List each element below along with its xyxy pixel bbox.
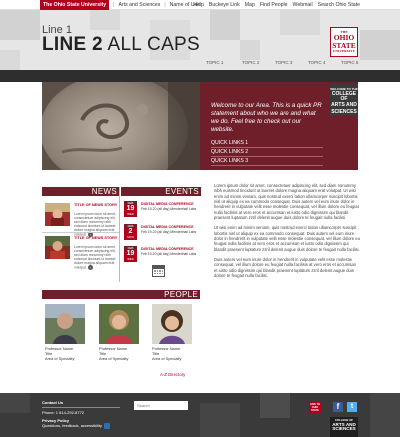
hero-image (42, 82, 200, 170)
map-link[interactable]: Map (245, 0, 255, 10)
facebook-icon[interactable]: f (333, 402, 343, 412)
event-date: FEB 19 WED (124, 201, 137, 217)
main-content: Lorem ipsum dolor sit amet, consectetuer… (214, 183, 360, 284)
topic-nav: TOPIC 1 TOPIC 2 TOPIC 3 TOPIC 4 TOPIC 5 (0, 58, 400, 70)
footer-privacy: Privacy Policy Questions, feedback, acce… (42, 418, 120, 429)
event-detail: Feb 19-20 (all day) Mendenhall Labs (141, 207, 197, 211)
divider (42, 232, 119, 233)
event-date: FEB 19 WED (124, 246, 137, 262)
person-area: Area of Specialty (152, 355, 182, 361)
webmail-link[interactable]: Webmail (293, 0, 313, 10)
footer-contact: Contact Us Phone: 1 614-292-8772 (42, 400, 120, 415)
logo-state: STATE (332, 40, 356, 50)
body-paragraph-3: Duis autem vel eum iriure dolor in hendr… (214, 257, 356, 279)
event-item[interactable]: FEB 19 WED DIGITAL MEDIA CONFERENCE Feb … (121, 246, 201, 266)
person-area: Area of Specialty (99, 355, 129, 361)
tab-topic-4[interactable]: TOPIC 4 (308, 60, 325, 65)
person-info: Professor Name Title Area of Specialty (45, 346, 93, 361)
college-badge[interactable]: WELCOME TO THE COLLEGE OF ARTS AND SCIEN… (330, 84, 358, 116)
event-title[interactable]: DIGITAL MEDIA CONFERENCE (141, 247, 201, 251)
event-title[interactable]: DIGITAL MEDIA CONFERENCE (141, 202, 201, 206)
person-photo (45, 304, 85, 344)
breadcrumb-arts-sciences[interactable]: Arts and Sciences (119, 0, 161, 10)
person-card[interactable]: Professor Name Title Area of Specialty (99, 304, 147, 361)
search-osu-link[interactable]: Search Ohio State (318, 0, 360, 10)
news-summary: Lorem ipsum dolor sit amet, consectetuer… (74, 212, 116, 237)
body-paragraph-2: Ut wisi enim ad minim veniam, quis nostr… (214, 225, 360, 252)
news-summary: Lorem ipsum dolor sit amet, consectetuer… (74, 245, 116, 270)
event-item[interactable]: FEB 2 MON DIGITAL MEDIA CONFERENCE Feb 1… (121, 224, 201, 244)
quick-link-1[interactable]: QUICK LINKS 1 (211, 139, 323, 148)
news-title[interactable]: TITLE OF NEWS STORY (74, 203, 118, 207)
news-item[interactable]: TITLE OF NEWS STORY Lorem ipsum dolor si… (42, 203, 119, 237)
tab-topic-5[interactable]: TOPIC 5 (341, 60, 358, 65)
top-utility-bar: The Ohio State University | Arts and Sci… (0, 0, 400, 10)
header-line-2-rest: ALL CAPS (102, 34, 200, 55)
help-link[interactable]: Help (193, 0, 204, 10)
news-thumbnail (45, 203, 70, 226)
contact-heading[interactable]: Contact Us (42, 400, 120, 408)
breadcrumb-separator: | (113, 2, 115, 8)
twitter-icon[interactable]: t (347, 402, 357, 412)
find-people-link[interactable]: Find People (260, 0, 288, 10)
osu-logo[interactable]: THE OHIO STATE UNIVERSITY (330, 27, 358, 57)
badge-arts: ARTS AND (331, 102, 357, 109)
osu-home-link[interactable]: The Ohio State University (40, 0, 110, 10)
person-area: Area of Specialty (45, 355, 75, 361)
event-date: FEB 2 MON (124, 224, 137, 240)
event-detail: Feb 19-20 (all day) Mendenhall Labs (141, 230, 197, 234)
news-title[interactable]: TITLE OF NEWS STORY (74, 236, 118, 240)
give-icon[interactable]: GIVE TO OHIO STATE (309, 402, 321, 413)
buckeye-link[interactable]: Buckeye Link (209, 0, 240, 10)
read-more-icon[interactable]: › (87, 265, 93, 270)
search-input[interactable] (134, 401, 188, 410)
site-footer: Contact Us Phone: 1 614-292-8772 Privacy… (0, 393, 400, 437)
person-card[interactable]: Professor Name Title Area of Specialty (45, 304, 93, 361)
tab-topic-2[interactable]: TOPIC 2 (242, 60, 259, 65)
az-directory-link[interactable]: A-Z Directory (160, 372, 185, 377)
hero-statement: Welcome to our Area. This is a quick PR … (211, 102, 322, 133)
nav-divider-band (0, 70, 400, 82)
person-photo (152, 304, 192, 344)
accessibility-icon[interactable] (104, 423, 111, 429)
person-info: Professor Name Title Area of Specialty (152, 346, 200, 361)
tab-topic-3[interactable]: TOPIC 3 (275, 60, 292, 65)
quick-links: QUICK LINKS 1 QUICK LINKS 2 QUICK LINKS … (211, 139, 323, 166)
utility-links: Help Buckeye Link Map Find People Webmai… (193, 0, 360, 10)
news-item[interactable]: TITLE OF NEWS STORY Lorem ipsum dolor si… (42, 236, 119, 270)
tab-topic-1[interactable]: TOPIC 1 (206, 60, 223, 65)
header-line-2: LINE 2 ALL CAPS (42, 34, 200, 56)
badge-college: COLLEGE OF (331, 91, 357, 103)
header-line-2-bold: LINE 2 (42, 34, 103, 55)
badge-sciences: SCIENCES (331, 108, 357, 115)
footer-college-logo[interactable]: COLLEGE OF ARTS AND SCIENCES (330, 417, 358, 437)
news-heading: NEWS (42, 187, 119, 196)
news-thumbnail (45, 236, 70, 259)
feedback-link[interactable]: Questions, feedback, accessibility (42, 423, 102, 428)
quick-link-3[interactable]: QUICK LINKS 3 (211, 157, 323, 166)
person-photo (99, 304, 139, 344)
event-title[interactable]: DIGITAL MEDIA CONFERENCE (141, 225, 201, 229)
calendar-icon[interactable] (152, 265, 165, 277)
quick-link-2[interactable]: QUICK LINKS 2 (211, 148, 323, 157)
breadcrumb: The Ohio State University | Arts and Sci… (40, 0, 200, 10)
people-heading: PEOPLE (42, 290, 200, 299)
body-paragraph-1: Lorem ipsum dolor sit amet, consectetuer… (214, 183, 359, 221)
person-card[interactable]: Professor Name Title Area of Specialty (152, 304, 200, 361)
events-heading: EVENTS (121, 187, 201, 196)
breadcrumb-separator: | (164, 2, 166, 8)
event-detail: Feb 19-20 (all day) Mendenhall Labs (141, 252, 197, 256)
event-item[interactable]: FEB 19 WED DIGITAL MEDIA CONFERENCE Feb … (121, 201, 201, 221)
logo-university: UNIVERSITY (333, 49, 355, 53)
contact-phone: Phone: 1 614-292-8772 (42, 409, 85, 415)
column-divider (119, 187, 120, 282)
person-info: Professor Name Title Area of Specialty (99, 346, 147, 361)
